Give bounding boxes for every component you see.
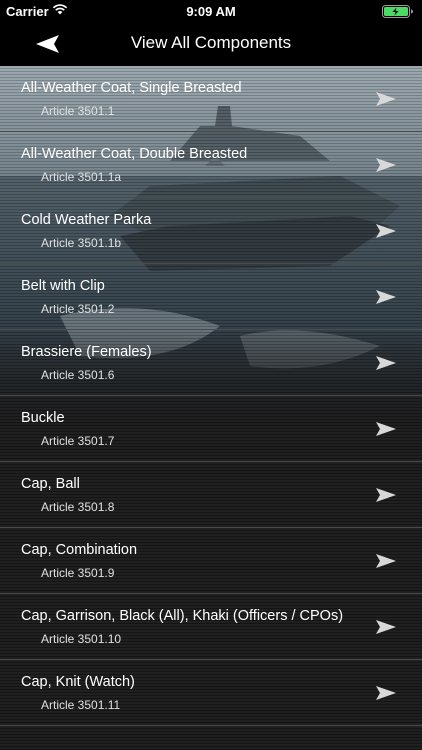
list-item-subtitle: Article 3501.8 [41, 500, 115, 514]
list-item-subtitle: Article 3501.9 [41, 566, 115, 580]
chevron-right-icon [376, 92, 396, 106]
list-item-subtitle: Article 3501.1 [41, 104, 115, 118]
list-item-subtitle: Article 3501.1a [41, 170, 122, 184]
battery-icon [382, 5, 413, 18]
list-item-title: Belt with Clip [21, 278, 105, 294]
chevron-right-icon [376, 686, 396, 700]
components-list: All-Weather Coat, Single Breasted Articl… [0, 66, 422, 726]
list-item[interactable]: All-Weather Coat, Double Breasted Articl… [0, 132, 422, 198]
list-item-subtitle: Article 3501.10 [41, 632, 122, 646]
chevron-right-icon [376, 356, 396, 370]
list-item[interactable]: Brassiere (Females) Article 3501.6 [0, 330, 422, 396]
list-item-title: Brassiere (Females) [21, 344, 152, 360]
status-time: 9:09 AM [186, 4, 236, 19]
chevron-right-icon [376, 422, 396, 436]
list-item-subtitle: Article 3501.11 [41, 698, 121, 712]
chevron-right-icon [376, 224, 396, 238]
list-item[interactable]: Cap, Garrison, Black (All), Khaki (Offic… [0, 594, 422, 660]
chevron-right-icon [376, 158, 396, 172]
chevron-right-icon [376, 620, 396, 634]
list-item[interactable]: Buckle Article 3501.7 [0, 396, 422, 462]
list-item-subtitle: Article 3501.1b [41, 236, 122, 250]
chevron-right-icon [376, 290, 396, 304]
list-item-title: Buckle [21, 410, 65, 426]
chevron-right-icon [376, 488, 396, 502]
chevron-right-icon [376, 554, 396, 568]
list-item[interactable]: All-Weather Coat, Single Breasted Articl… [0, 66, 422, 132]
components-list-container[interactable]: All-Weather Coat, Single Breasted Articl… [0, 66, 422, 750]
list-item-title: Cap, Garrison, Black (All), Khaki (Offic… [21, 608, 344, 624]
list-item[interactable]: Cap, Knit (Watch) Article 3501.11 [0, 660, 422, 726]
list-item-subtitle: Article 3501.6 [41, 368, 115, 382]
list-item[interactable]: Cap, Combination Article 3501.9 [0, 528, 422, 594]
list-item-title: Cap, Knit (Watch) [21, 674, 135, 690]
list-item-title: Cap, Ball [21, 476, 80, 492]
page-title: View All Components [130, 33, 292, 52]
list-item-title: All-Weather Coat, Single Breasted [21, 80, 242, 96]
status-bar: Carrier 9:09 AM [0, 0, 422, 22]
list-item[interactable]: Belt with Clip Article 3501.2 [0, 264, 422, 330]
list-item-title: All-Weather Coat, Double Breasted [21, 146, 248, 162]
list-item-title: Cap, Combination [21, 542, 138, 558]
list-item[interactable]: Cap, Ball Article 3501.8 [0, 462, 422, 528]
list-item-subtitle: Article 3501.2 [41, 302, 115, 316]
list-item-subtitle: Article 3501.7 [41, 434, 115, 448]
navigation-bar: View All Components [0, 22, 422, 66]
list-item[interactable]: Cold Weather Parka Article 3501.1b [0, 198, 422, 264]
list-item-title: Cold Weather Parka [21, 212, 152, 228]
